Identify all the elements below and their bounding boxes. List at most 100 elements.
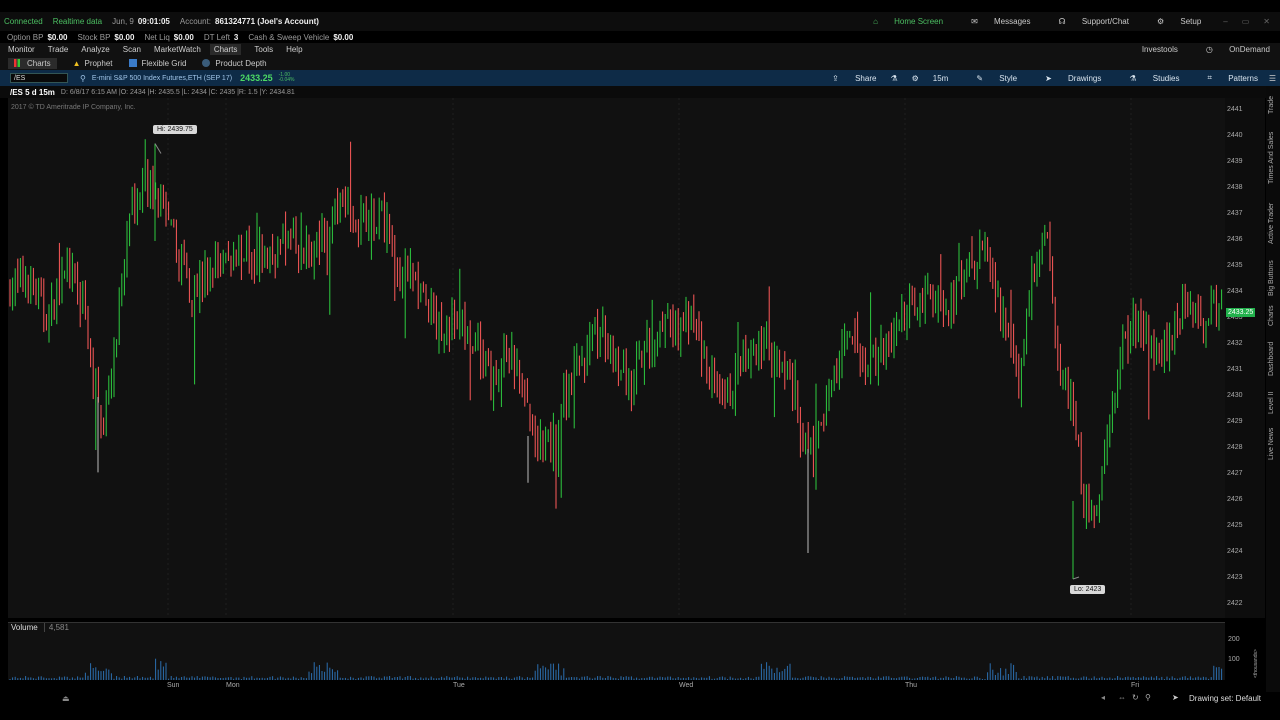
- x-label-mon: Mon: [226, 682, 240, 689]
- drawings-button[interactable]: ➤ Drawings: [1031, 74, 1101, 83]
- price-tick-label: 2430: [1227, 392, 1243, 399]
- home-screen-label: Home Screen: [894, 17, 944, 26]
- grid-icon: [128, 59, 137, 67]
- scroll-left-icon[interactable]: ◂: [1101, 693, 1105, 702]
- menu-trade[interactable]: Trade: [48, 45, 69, 54]
- pointer-icon[interactable]: ➤: [1172, 693, 1179, 702]
- subtab-product-depth-label: Product Depth: [215, 58, 267, 68]
- menu-analyze[interactable]: Analyze: [81, 45, 109, 54]
- depth-icon: [202, 59, 211, 67]
- settings-icon[interactable]: ⚙: [912, 74, 919, 83]
- price-chart[interactable]: [8, 98, 1225, 618]
- price-tick-label: 2431: [1227, 366, 1243, 373]
- menu-marketwatch[interactable]: MarketWatch: [154, 45, 201, 54]
- option-bp-label: Option BP: [7, 32, 44, 42]
- menu-tools[interactable]: Tools: [254, 45, 273, 54]
- rail-times-and-sales[interactable]: Times And Sales: [1268, 132, 1275, 184]
- setup-label: Setup: [1180, 17, 1202, 26]
- timeframe-selector[interactable]: 15m: [933, 74, 949, 83]
- realtime-status: Realtime data: [52, 17, 103, 26]
- pan-icon[interactable]: ⇔: [1118, 693, 1126, 702]
- price-change-pct: -0.04%: [278, 77, 295, 83]
- ondemand-button[interactable]: ◷ OnDemand: [1192, 45, 1270, 54]
- price-axis[interactable]: 2441 2440 2439 2438 2437 2436 2435 2434 2433 2432…: [1225, 98, 1265, 618]
- reset-icon[interactable]: ↻: [1132, 693, 1139, 702]
- close-icon[interactable]: ✕: [1263, 17, 1270, 26]
- option-bp-value: $0.00: [47, 32, 68, 42]
- account-selector[interactable]: 861324771 (Joel's Account): [215, 17, 319, 26]
- time-axis[interactable]: Sun Mon Tue Wed Thu Fri: [8, 680, 1225, 692]
- collapse-icon[interactable]: ⏏: [62, 694, 70, 703]
- rail-big-buttons[interactable]: Big Buttons: [1268, 260, 1275, 296]
- setup-button[interactable]: ⚙ Setup: [1143, 17, 1201, 26]
- style-button[interactable]: ✎ Style: [962, 74, 1017, 83]
- subtab-prophet[interactable]: ▲ Prophet: [73, 59, 113, 68]
- subtab-prophet-label: Prophet: [84, 58, 113, 68]
- high-callout: Hi: 2439.75: [153, 125, 197, 134]
- rail-trade[interactable]: Trade: [1268, 96, 1275, 114]
- x-label-thu: Thu: [905, 682, 918, 689]
- zoom-icon[interactable]: ⚲: [1145, 693, 1151, 702]
- price-tick-label: 2436: [1227, 236, 1243, 243]
- dt-left-label: DT Left: [203, 32, 230, 42]
- price-tick-label: 2424: [1227, 548, 1243, 555]
- subtab-product-depth[interactable]: Product Depth: [202, 58, 267, 68]
- account-bar: Option BP $0.00 Stock BP $0.00 Net Liq $…: [0, 31, 1280, 43]
- subtab-flexible-grid-label: Flexible Grid: [141, 58, 187, 68]
- price-tick-label: 2423: [1227, 574, 1243, 581]
- current-price-tag: 2433.25: [1226, 307, 1256, 317]
- rail-level-ii[interactable]: Level II: [1268, 391, 1275, 414]
- patterns-label: Patterns: [1228, 73, 1258, 83]
- studies-button[interactable]: ⚗ Studies: [1115, 74, 1179, 83]
- chart-info-bar: /ES 5 d 15m D: 6/8/17 6:15 AM |O: 2434 |…: [0, 86, 1280, 98]
- style-icon: ✎: [976, 73, 984, 83]
- menu-icon[interactable]: ☰: [1269, 74, 1276, 83]
- support-label: Support/Chat: [1081, 17, 1129, 26]
- subtab-charts[interactable]: Charts: [8, 57, 57, 69]
- home-screen-button[interactable]: ⌂ Home Screen: [873, 17, 943, 26]
- share-button[interactable]: ⇪ Share: [818, 74, 876, 83]
- right-gadget-rail: Trade Times And Sales Active Trader Big …: [1266, 86, 1280, 692]
- rail-live-news[interactable]: Live News: [1268, 428, 1275, 460]
- menu-charts[interactable]: Charts: [209, 44, 242, 55]
- menu-help[interactable]: Help: [286, 45, 302, 54]
- menu-scan[interactable]: Scan: [123, 45, 141, 54]
- price-tick-label: 2429: [1227, 418, 1243, 425]
- mail-icon: ✉: [971, 17, 978, 26]
- messages-label: Messages: [994, 17, 1031, 26]
- stock-bp-label: Stock BP: [77, 32, 111, 42]
- link-icon[interactable]: ⚲: [80, 74, 86, 83]
- rail-active-trader[interactable]: Active Trader: [1268, 203, 1275, 244]
- maximize-icon[interactable]: ▭: [1242, 17, 1250, 26]
- patterns-button[interactable]: ⌗ Patterns: [1193, 73, 1258, 83]
- price-tick-label: 2428: [1227, 444, 1243, 451]
- studies-label: Studies: [1152, 73, 1180, 83]
- volume-chart[interactable]: [8, 622, 1225, 680]
- flask-icon[interactable]: ⚗: [890, 74, 897, 83]
- drawing-set-label[interactable]: Drawing set: Default: [1189, 694, 1261, 703]
- minimize-icon[interactable]: –: [1223, 17, 1227, 26]
- volume-label: Volume: [11, 623, 38, 632]
- subtab-flexible-grid[interactable]: Flexible Grid: [128, 58, 187, 68]
- clock: 09:01:05: [137, 17, 170, 26]
- copyright-text: 2017 © TD Ameritrade IP Company, Inc.: [11, 104, 136, 111]
- investools-link[interactable]: Investools: [1142, 45, 1178, 54]
- warning-triangle-icon: ▲: [72, 58, 81, 68]
- low-callout: Lo: 2423: [1070, 585, 1106, 594]
- net-liq-value: $0.00: [173, 32, 194, 42]
- messages-button[interactable]: ✉ Messages: [957, 17, 1030, 26]
- symbol-input[interactable]: /ES: [10, 73, 68, 83]
- rail-charts[interactable]: Charts: [1268, 305, 1275, 326]
- support-chat-button[interactable]: ☊ Support/Chat: [1044, 17, 1128, 26]
- headset-icon: ☊: [1058, 17, 1066, 26]
- price-tick-label: 2425: [1227, 522, 1243, 529]
- chart-label[interactable]: /ES 5 d 15m: [10, 88, 55, 97]
- symbol-description: E-mini S&P 500 Index Futures,ETH (SEP 17…: [91, 74, 233, 82]
- system-bar: Connected Realtime data Jun, 9 09:01:05 …: [0, 12, 1280, 31]
- cash-label: Cash & Sweep Vehicle: [248, 32, 330, 42]
- volume-tick-200: 200: [1228, 636, 1240, 643]
- rail-dashboard[interactable]: Dashboard: [1268, 342, 1275, 376]
- drawings-label: Drawings: [1068, 73, 1102, 83]
- menu-monitor[interactable]: Monitor: [8, 45, 35, 54]
- price-tick-label: 2437: [1227, 210, 1243, 217]
